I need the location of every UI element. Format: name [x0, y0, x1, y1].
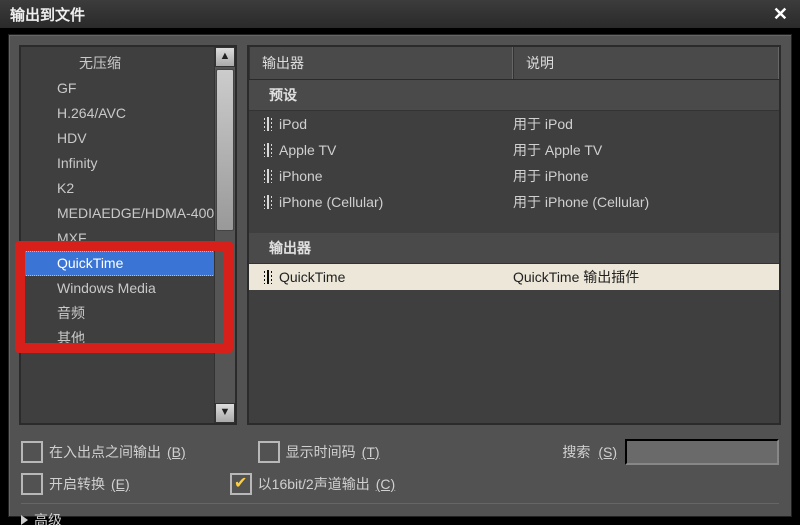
tree-item[interactable]: GF [21, 76, 215, 101]
advanced-toggle[interactable]: 高级 [21, 503, 779, 525]
film-icon [263, 195, 273, 209]
list-row[interactable]: iPod 用于 iPod [249, 111, 779, 137]
search-label: 搜索 [562, 442, 590, 462]
checkbox-icon [258, 441, 280, 463]
scroll-thumb[interactable] [216, 69, 234, 231]
film-icon [263, 270, 273, 284]
row-desc: 用于 Apple TV [513, 140, 779, 160]
sixteenbit-checkbox[interactable]: ✔ 以16bit/2声道输出 (C) [230, 473, 395, 495]
column-headers: 输出器 说明 [249, 47, 779, 80]
spacer [249, 215, 779, 233]
list-row[interactable]: iPhone 用于 iPhone [249, 163, 779, 189]
preset-list-pane: 输出器 说明 预设 iPod 用于 iPod Apple TV 用于 Apple TV… [247, 45, 781, 425]
timecode-label: 显示时间码 [286, 442, 356, 462]
column-outputter[interactable]: 输出器 [249, 47, 513, 79]
row-desc: 用于 iPhone [513, 166, 779, 186]
row-name: iPhone [279, 168, 323, 184]
tree-item[interactable]: QuickTime [21, 251, 215, 276]
scroll-up-button[interactable]: ▲ [215, 47, 235, 67]
chevron-right-icon [21, 515, 28, 525]
advanced-label: 高级 [34, 510, 62, 525]
tree-scroll[interactable]: 无压缩GFH.264/AVCHDVInfinityK2MEDIAEDGE/HDM… [21, 47, 215, 423]
section-outputter: 输出器 [249, 233, 779, 264]
top-area: 无压缩GFH.264/AVCHDVInfinityK2MEDIAEDGE/HDM… [19, 45, 781, 425]
row-name: QuickTime [279, 269, 345, 285]
row-name: iPhone (Cellular) [279, 194, 383, 210]
film-icon [263, 169, 273, 183]
film-icon [263, 143, 273, 157]
convert-label: 开启转换 [49, 474, 105, 494]
search-key: (S) [598, 444, 617, 460]
tree-item[interactable]: 无压缩 [21, 51, 215, 76]
column-description[interactable]: 说明 [513, 47, 779, 79]
section-presets: 预设 [249, 80, 779, 111]
convert-checkbox[interactable]: 开启转换 (E) [21, 473, 130, 495]
bottom-row-1: 在入出点之间输出 (B) 显示时间码 (T) 搜索 (S) [21, 439, 779, 465]
inout-label: 在入出点之间输出 [49, 442, 161, 462]
close-button[interactable]: ✕ [767, 4, 794, 25]
tree-item[interactable]: MXF [21, 226, 215, 251]
titlebar[interactable]: 输出到文件 ✕ [0, 0, 800, 28]
list-row[interactable]: iPhone (Cellular) 用于 iPhone (Cellular) [249, 189, 779, 215]
film-icon [263, 117, 273, 131]
tree-item[interactable]: HDV [21, 126, 215, 151]
exporter-tree: 无压缩GFH.264/AVCHDVInfinityK2MEDIAEDGE/HDM… [21, 47, 215, 355]
exporter-tree-pane: 无压缩GFH.264/AVCHDVInfinityK2MEDIAEDGE/HDM… [19, 45, 237, 425]
checkbox-icon: ✔ [230, 473, 252, 495]
search-group: 搜索 (S) [562, 439, 779, 465]
scroll-down-button[interactable]: ▼ [215, 403, 235, 423]
sixteenbit-label: 以16bit/2声道输出 [258, 474, 370, 494]
row-desc: QuickTime 输出插件 [513, 267, 779, 287]
convert-key: (E) [111, 476, 130, 492]
timecode-key: (T) [362, 444, 380, 460]
export-dialog: 输出到文件 ✕ 无压缩GFH.264/AVCHDVInfinityK2MEDIA… [0, 0, 800, 525]
row-name: iPod [279, 116, 307, 132]
list-row[interactable]: Apple TV 用于 Apple TV [249, 137, 779, 163]
window-title: 输出到文件 [10, 4, 85, 25]
tree-item[interactable]: 音频 [21, 301, 215, 326]
timecode-checkbox[interactable]: 显示时间码 (T) [258, 441, 380, 463]
inout-key: (B) [167, 444, 186, 460]
row-desc: 用于 iPhone (Cellular) [513, 192, 779, 212]
tree-item[interactable]: Infinity [21, 151, 215, 176]
checkbox-icon [21, 441, 43, 463]
preset-rows: iPod 用于 iPod Apple TV 用于 Apple TV iPhone 用于 i… [249, 111, 779, 215]
outputter-rows: QuickTime QuickTime 输出插件 [249, 264, 779, 290]
list-row[interactable]: QuickTime QuickTime 输出插件 [249, 264, 779, 290]
checkbox-icon [21, 473, 43, 495]
tree-item[interactable]: MEDIAEDGE/HDMA-4000 [21, 201, 215, 226]
bottom-area: 在入出点之间输出 (B) 显示时间码 (T) 搜索 (S) 开启转换 (E) ✔ [21, 431, 779, 525]
bottom-row-2: 开启转换 (E) ✔ 以16bit/2声道输出 (C) [21, 473, 779, 495]
search-input[interactable] [625, 439, 779, 465]
tree-item[interactable]: 其他 [21, 326, 215, 351]
tree-item[interactable]: H.264/AVC [21, 101, 215, 126]
content-area: 无压缩GFH.264/AVCHDVInfinityK2MEDIAEDGE/HDM… [8, 34, 792, 517]
inout-checkbox[interactable]: 在入出点之间输出 (B) [21, 441, 186, 463]
row-name: Apple TV [279, 142, 336, 158]
vertical-scrollbar[interactable]: ▲ ▼ [214, 47, 235, 423]
tree-item[interactable]: Windows Media [21, 276, 215, 301]
tree-item[interactable]: K2 [21, 176, 215, 201]
row-desc: 用于 iPod [513, 114, 779, 134]
splitter[interactable] [237, 45, 247, 425]
sixteenbit-key: (C) [376, 476, 395, 492]
